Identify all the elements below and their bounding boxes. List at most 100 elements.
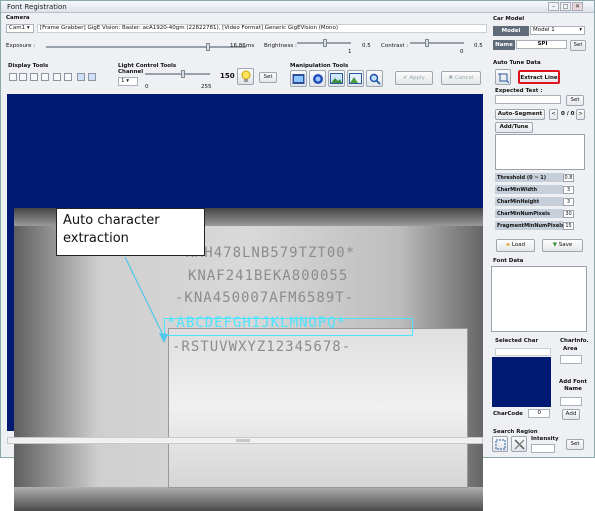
apply-button-label: Apply	[409, 75, 425, 81]
font-data-panel[interactable]	[491, 266, 587, 332]
contrast-min: 0	[460, 49, 464, 55]
expected-text-input[interactable]	[495, 95, 561, 104]
film-button[interactable]	[290, 70, 307, 87]
zoom-out-icon[interactable]	[41, 73, 49, 81]
image-edit-button[interactable]	[347, 70, 364, 87]
brightness-min: 1	[348, 49, 352, 55]
load-button[interactable]: ▰ Load	[496, 239, 535, 252]
manipulation-tools-section-label: Manipulation Tools	[290, 63, 349, 69]
model-set-button[interactable]: Set	[570, 40, 586, 51]
callout-arrow	[124, 256, 168, 343]
char-min-height-label: CharMinHeight	[495, 197, 563, 207]
tune-list-panel[interactable]	[495, 134, 585, 170]
font-name-input[interactable]	[560, 397, 582, 406]
record-icon	[312, 73, 323, 84]
fragment-min-num-pixels-label: FragmentMinNumPixels	[495, 221, 564, 231]
zoom-fit-icon[interactable]	[53, 73, 61, 81]
exposure-slider-thumb[interactable]	[206, 43, 210, 51]
maximize-button[interactable]: □	[560, 2, 571, 11]
car-model-section-label: Car Model	[493, 16, 525, 22]
region-select-icon	[495, 439, 505, 449]
area-input[interactable]	[560, 355, 582, 364]
fragment-min-num-pixels-input[interactable]: 15	[563, 222, 574, 230]
light-set-button[interactable]: Set	[259, 72, 277, 83]
area-label: Area	[563, 346, 578, 352]
cancel-button[interactable]: ✖ Cancel	[441, 71, 481, 85]
brightness-value: 0.5	[362, 43, 371, 49]
char-min-num-pixels-input[interactable]: 30	[563, 210, 574, 218]
model-select[interactable]: Model 1 ▾	[530, 26, 585, 35]
inspect-button[interactable]	[366, 70, 383, 87]
scroll-thumb[interactable]	[236, 439, 250, 442]
light-max: 255	[201, 84, 212, 90]
char-min-height-input[interactable]: 3	[563, 198, 574, 206]
char-min-num-pixels-label: CharMinNumPixels	[495, 209, 563, 219]
light-bulb-button[interactable]	[237, 68, 254, 85]
title-bar: Font Registration – □ ✕	[1, 1, 594, 13]
prev-segment-button[interactable]: <	[549, 109, 558, 120]
magnifier-icon	[369, 73, 381, 85]
exposure-label: Exposure :	[6, 43, 36, 49]
grid-icon[interactable]	[77, 73, 85, 81]
next-segment-button[interactable]: >	[576, 109, 585, 120]
selected-char-section-label: Selected Char	[495, 338, 539, 344]
channel-select[interactable]: 1 ▾	[118, 77, 138, 86]
display-tools-section-label: Display Tools	[8, 63, 49, 69]
vin-line-4: *ABCDEFGHIJKLMNOPQ*	[167, 315, 347, 331]
model-select-value: Model 1	[533, 27, 555, 33]
film-icon	[292, 73, 305, 84]
auto-extraction-callout: Auto character extraction	[56, 208, 205, 256]
auto-tune-section-label: Auto Tune Data	[493, 60, 541, 66]
list-icon[interactable]	[88, 73, 96, 81]
intensity-input[interactable]	[531, 444, 555, 453]
name-input[interactable]: SPI	[516, 40, 567, 49]
zoom-actual-icon[interactable]	[64, 73, 72, 81]
exposure-slider[interactable]	[46, 43, 246, 51]
minimize-button[interactable]: –	[548, 2, 559, 11]
exposure-value: 16.86	[230, 43, 246, 49]
image-viewport[interactable]	[7, 94, 483, 511]
pointer-icon[interactable]	[9, 73, 17, 81]
region-tools-button[interactable]	[511, 436, 527, 452]
auto-segment-button[interactable]: Auto-Segment	[495, 109, 545, 120]
add-tune-button[interactable]: Add/Tune	[495, 122, 533, 133]
crop-icon	[497, 73, 509, 83]
brightness-slider-thumb[interactable]	[323, 39, 327, 47]
crop-button[interactable]	[495, 69, 511, 85]
device-info-field: [Frame Grabber] GigE Vision: Basler: acA…	[37, 24, 487, 33]
extract-line-button[interactable]: Extract Line	[518, 70, 560, 84]
zoom-in-icon[interactable]	[30, 73, 38, 81]
callout-text: Auto character extraction	[63, 213, 160, 246]
channel-label: Channel	[118, 69, 144, 75]
search-region-set-button[interactable]: Set	[566, 439, 584, 450]
char-min-width-input[interactable]: 3	[563, 186, 574, 194]
vin-line-5: -RSTUVWXYZ12345678-	[172, 339, 352, 355]
segment-counter: 0 / 0	[561, 111, 575, 117]
contrast-slider-thumb[interactable]	[425, 39, 429, 47]
threshold-input[interactable]: 0.8	[563, 174, 574, 182]
image-button[interactable]	[328, 70, 345, 87]
selected-char-select[interactable]	[495, 348, 551, 356]
camera-section-label: Camera	[6, 15, 30, 21]
save-button[interactable]: ▼ Save	[542, 239, 583, 252]
contrast-slider[interactable]	[410, 39, 464, 47]
image-edit-icon	[349, 73, 362, 84]
device-info-text: [Frame Grabber] GigE Vision: Basler: acA…	[40, 25, 338, 31]
image-horizontal-scrollbar[interactable]	[7, 437, 483, 444]
close-button[interactable]: ✕	[572, 2, 583, 11]
font-data-section-label: Font Data	[493, 258, 524, 264]
light-value: 150	[220, 72, 235, 80]
region-select-button[interactable]	[492, 436, 508, 452]
expected-text-set-button[interactable]: Set	[566, 95, 584, 106]
contrast-value: 0.5	[474, 43, 483, 49]
brightness-slider[interactable]	[297, 39, 351, 47]
record-button[interactable]	[309, 70, 326, 87]
camera-select[interactable]: Cam1 ▾	[6, 24, 34, 33]
brightness-label: Brightness :	[264, 43, 297, 49]
add-font-button[interactable]: Add	[562, 409, 580, 420]
pan-hand-icon[interactable]	[19, 73, 27, 81]
charcode-input[interactable]: 0	[528, 409, 550, 418]
apply-button[interactable]: ✔ Apply	[395, 71, 433, 85]
light-slider[interactable]	[145, 70, 210, 78]
light-slider-thumb[interactable]	[181, 70, 185, 78]
